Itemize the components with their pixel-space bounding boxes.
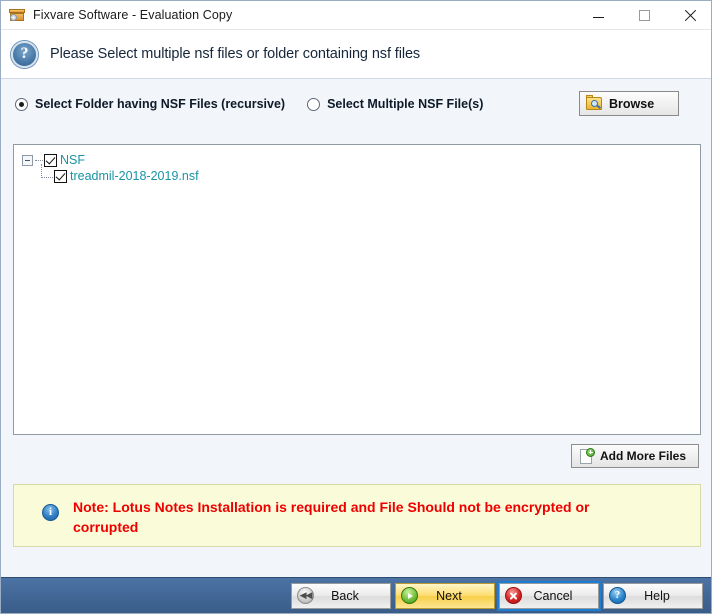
window-controls — [575, 1, 711, 30]
radio-select-files[interactable]: Select Multiple NSF File(s) — [307, 97, 483, 111]
question-circle-icon: ? — [609, 587, 626, 604]
folder-search-icon — [586, 95, 602, 110]
tree-connector — [41, 163, 53, 182]
radio-select-folder-label: Select Folder having NSF Files (recursiv… — [35, 97, 286, 111]
window-title: Fixvare Software - Evaluation Copy — [33, 8, 233, 22]
radio-select-files-indicator[interactable] — [307, 97, 321, 111]
minimize-button[interactable] — [575, 1, 621, 30]
tree-node-child[interactable]: treadmil-2018-2019.nsf — [41, 163, 700, 183]
close-button[interactable] — [667, 1, 711, 30]
file-tree-panel[interactable]: NSF treadmil-2018-2019.nsf — [13, 144, 701, 435]
next-button-label: Next — [436, 588, 462, 603]
note-text: Note: Lotus Notes Installation is requir… — [73, 499, 590, 536]
question-mark-icon: ? — [11, 40, 38, 68]
cancel-button[interactable]: Cancel — [497, 580, 601, 611]
add-more-files-button[interactable]: Add More Files — [571, 444, 699, 468]
package-disc-icon — [9, 7, 25, 23]
back-button[interactable]: ◀◀ Back — [291, 582, 391, 609]
back-button-label: Back — [331, 588, 359, 603]
browse-button-label: Browse — [609, 96, 655, 111]
title-bar: Fixvare Software - Evaluation Copy — [1, 1, 711, 30]
source-options-row: Select Folder having NSF Files (recursiv… — [1, 79, 711, 129]
add-more-files-label: Add More Files — [600, 449, 687, 463]
tree-root-checkbox[interactable] — [44, 153, 57, 167]
rewind-icon: ◀◀ — [297, 587, 314, 604]
maximize-button[interactable] — [621, 1, 667, 30]
x-circle-icon — [505, 587, 522, 604]
footer-bar: ◀◀ Back Next Cancel ? Help — [1, 577, 711, 613]
next-button[interactable]: Next — [395, 582, 495, 609]
minimize-icon — [592, 17, 604, 18]
tree-connector — [35, 159, 43, 161]
tree-root-label: NSF — [60, 153, 85, 167]
radio-select-files-label: Select Multiple NSF File(s) — [327, 97, 484, 111]
play-icon — [401, 587, 418, 604]
help-button[interactable]: ? Help — [603, 582, 703, 609]
help-button-label: Help — [644, 588, 670, 603]
page-add-icon — [580, 447, 595, 464]
tree-child-label: treadmil-2018-2019.nsf — [70, 169, 199, 183]
maximize-icon — [638, 10, 650, 21]
tree-child-checkbox[interactable] — [54, 169, 67, 183]
note-panel: i Note: Lotus Notes Installation is requ… — [13, 484, 701, 547]
browse-button[interactable]: Browse — [579, 91, 679, 116]
cancel-button-label: Cancel — [533, 588, 573, 603]
header-banner: ? Please Select multiple nsf files or fo… — [1, 30, 711, 79]
radio-select-folder-indicator[interactable] — [15, 97, 28, 111]
tree-node-root[interactable]: NSF — [22, 153, 700, 167]
info-icon: i — [42, 504, 59, 521]
application-window: Fixvare Software - Evaluation Copy ? Ple… — [0, 0, 712, 614]
collapse-icon[interactable] — [22, 154, 33, 166]
radio-select-folder[interactable]: Select Folder having NSF Files (recursiv… — [15, 97, 285, 111]
close-icon — [684, 9, 697, 22]
instruction-text: Please Select multiple nsf files or fold… — [50, 46, 421, 62]
